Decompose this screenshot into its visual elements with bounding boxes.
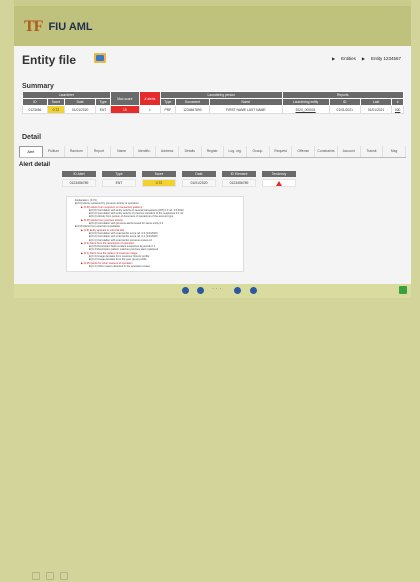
summary-table: Launderer Max score # alerts Laundering … bbox=[22, 91, 405, 114]
summary-col-header: Laundering entity bbox=[281, 98, 330, 106]
summary-group-header: Reports bbox=[281, 91, 405, 99]
summary-col-header: Score bbox=[46, 98, 65, 106]
tab[interactable]: Details bbox=[178, 146, 202, 157]
table-cell: 01/01/2021 bbox=[359, 105, 393, 114]
tab[interactable]: Msg bbox=[383, 146, 406, 157]
alert-id-cell: 0123456789 bbox=[62, 179, 96, 187]
corner-app-icon[interactable] bbox=[399, 286, 407, 294]
table-cell: FIRST NAME LAST NAME bbox=[209, 105, 283, 114]
summary-col-header: Last bbox=[359, 98, 393, 106]
tab[interactable]: Occup. bbox=[247, 146, 270, 157]
explanation-tree: Explanation: (0.72) ■ (0.9) Alerts sustai… bbox=[66, 196, 244, 272]
more-dots-icon[interactable]: · · · bbox=[212, 286, 221, 292]
alert-col-header: Tendency bbox=[262, 171, 296, 177]
alert-score-cell: 0.72 bbox=[142, 179, 176, 187]
breadcrumb-entity[interactable]: Entity 1234567 bbox=[371, 56, 401, 61]
summary-col-header: Document bbox=[174, 98, 211, 106]
summary-col-header: Type bbox=[95, 98, 111, 106]
logo-mark: TF bbox=[24, 18, 43, 35]
nav-icon[interactable] bbox=[32, 572, 40, 580]
alert-type-cell: ENT bbox=[102, 179, 136, 187]
summary-group-header: Launderer bbox=[22, 91, 111, 99]
tab[interactable]: Log. org. bbox=[224, 146, 248, 157]
summary-col-header: Type bbox=[160, 98, 176, 106]
alert-table: ID Alert Type Score Date ID Element Tend… bbox=[56, 169, 302, 189]
breadcrumb-entities[interactable]: Entities bbox=[341, 56, 356, 61]
summary-col-header: # bbox=[391, 98, 404, 106]
summary-col-header: Name bbox=[209, 98, 283, 106]
tab[interactable]: Address bbox=[156, 146, 179, 157]
alert-col-header: ID Element bbox=[222, 171, 256, 177]
alert-col-header: Score bbox=[142, 171, 176, 177]
app-logo[interactable]: TF FIU AML bbox=[24, 16, 93, 38]
alert-date-cell: 01/01/2020 bbox=[182, 179, 216, 187]
alert-col-header: Date bbox=[182, 171, 216, 177]
alert-tendency-cell bbox=[262, 179, 296, 187]
tab[interactable]: Name bbox=[110, 146, 134, 157]
settings-icon[interactable] bbox=[234, 287, 241, 294]
table-row[interactable]: 0123456 0.72 01/01/2020 ENT 15 1 PRF 123… bbox=[22, 105, 404, 114]
tab[interactable]: Constraints bbox=[315, 146, 338, 157]
breadcrumb-arrow-icon: ▶ bbox=[332, 56, 336, 61]
table-cell: ENT bbox=[95, 105, 111, 114]
zoom-in-icon[interactable] bbox=[197, 287, 204, 294]
table-cell: 01/01/2020 bbox=[63, 105, 97, 114]
table-link[interactable]: 000 bbox=[391, 105, 404, 114]
alert-col-header: Type bbox=[102, 171, 136, 177]
alert-col-header: ID Alert bbox=[62, 171, 96, 177]
summary-group-header: Max score bbox=[109, 91, 140, 106]
tab[interactable]: Transit bbox=[360, 146, 384, 157]
folder-icon bbox=[94, 53, 106, 63]
summary-col-header: ID bbox=[22, 98, 48, 106]
main-content: Entity file ▶ Entities ▶ Entity 1234567 … bbox=[14, 46, 411, 284]
tab[interactable]: Identific. bbox=[133, 146, 157, 157]
app-header: TF FIU AML bbox=[14, 6, 411, 46]
tab[interactable]: Request bbox=[269, 146, 293, 157]
alert-detail-label: Alert detail bbox=[19, 162, 51, 168]
table-row: 0123456789 ENT 0.72 01/01/2020 012345678… bbox=[62, 179, 296, 187]
summary-col-header: Date bbox=[63, 98, 97, 106]
tab[interactable]: Account bbox=[337, 146, 361, 157]
detail-heading: Detail bbox=[22, 134, 42, 141]
max-score-cell: 15 bbox=[109, 105, 140, 114]
summary-group-header: Laundering person bbox=[160, 91, 283, 99]
app-name: FIU AML bbox=[48, 21, 93, 33]
summary-heading: Summary bbox=[22, 83, 54, 90]
table-cell: 1234567890 bbox=[174, 105, 211, 114]
tab[interactable]: Registr. bbox=[201, 146, 225, 157]
table-link[interactable]: 2020_000001 bbox=[281, 105, 330, 114]
page-title: Entity file bbox=[22, 53, 77, 67]
tab[interactable]: Politum bbox=[42, 146, 66, 157]
detail-tabs: Alert Politum Random Report Name Identif… bbox=[19, 146, 406, 158]
nav-icon[interactable] bbox=[60, 572, 68, 580]
zoom-out-icon[interactable] bbox=[182, 287, 189, 294]
table-cell: 1 bbox=[138, 105, 162, 114]
alert-element-cell: 0123456789 bbox=[222, 179, 256, 187]
table-cell: 0123456 bbox=[22, 105, 48, 114]
bottom-toolbar: · · · bbox=[14, 284, 411, 580]
tab[interactable]: Offense bbox=[292, 146, 316, 157]
nav-icon[interactable] bbox=[46, 572, 54, 580]
tab[interactable]: Report bbox=[88, 146, 111, 157]
tab[interactable]: Random bbox=[65, 146, 89, 157]
score-cell: 0.72 bbox=[46, 105, 65, 114]
tab-alert[interactable]: Alert bbox=[19, 146, 43, 157]
tree-node[interactable]: ■ (0.1) Other reason detected in the ope… bbox=[71, 265, 239, 268]
table-cell: 01/01/2021 bbox=[328, 105, 361, 114]
warning-triangle-icon bbox=[276, 180, 282, 186]
summary-group-header: # alerts bbox=[138, 91, 162, 106]
breadcrumb: ▶ Entities ▶ Entity 1234567 bbox=[332, 56, 401, 61]
table-cell: PRF bbox=[160, 105, 176, 114]
faded-controls bbox=[32, 572, 82, 582]
summary-col-header: ID bbox=[328, 98, 361, 106]
help-icon[interactable] bbox=[250, 287, 257, 294]
breadcrumb-arrow-icon: ▶ bbox=[361, 56, 365, 61]
